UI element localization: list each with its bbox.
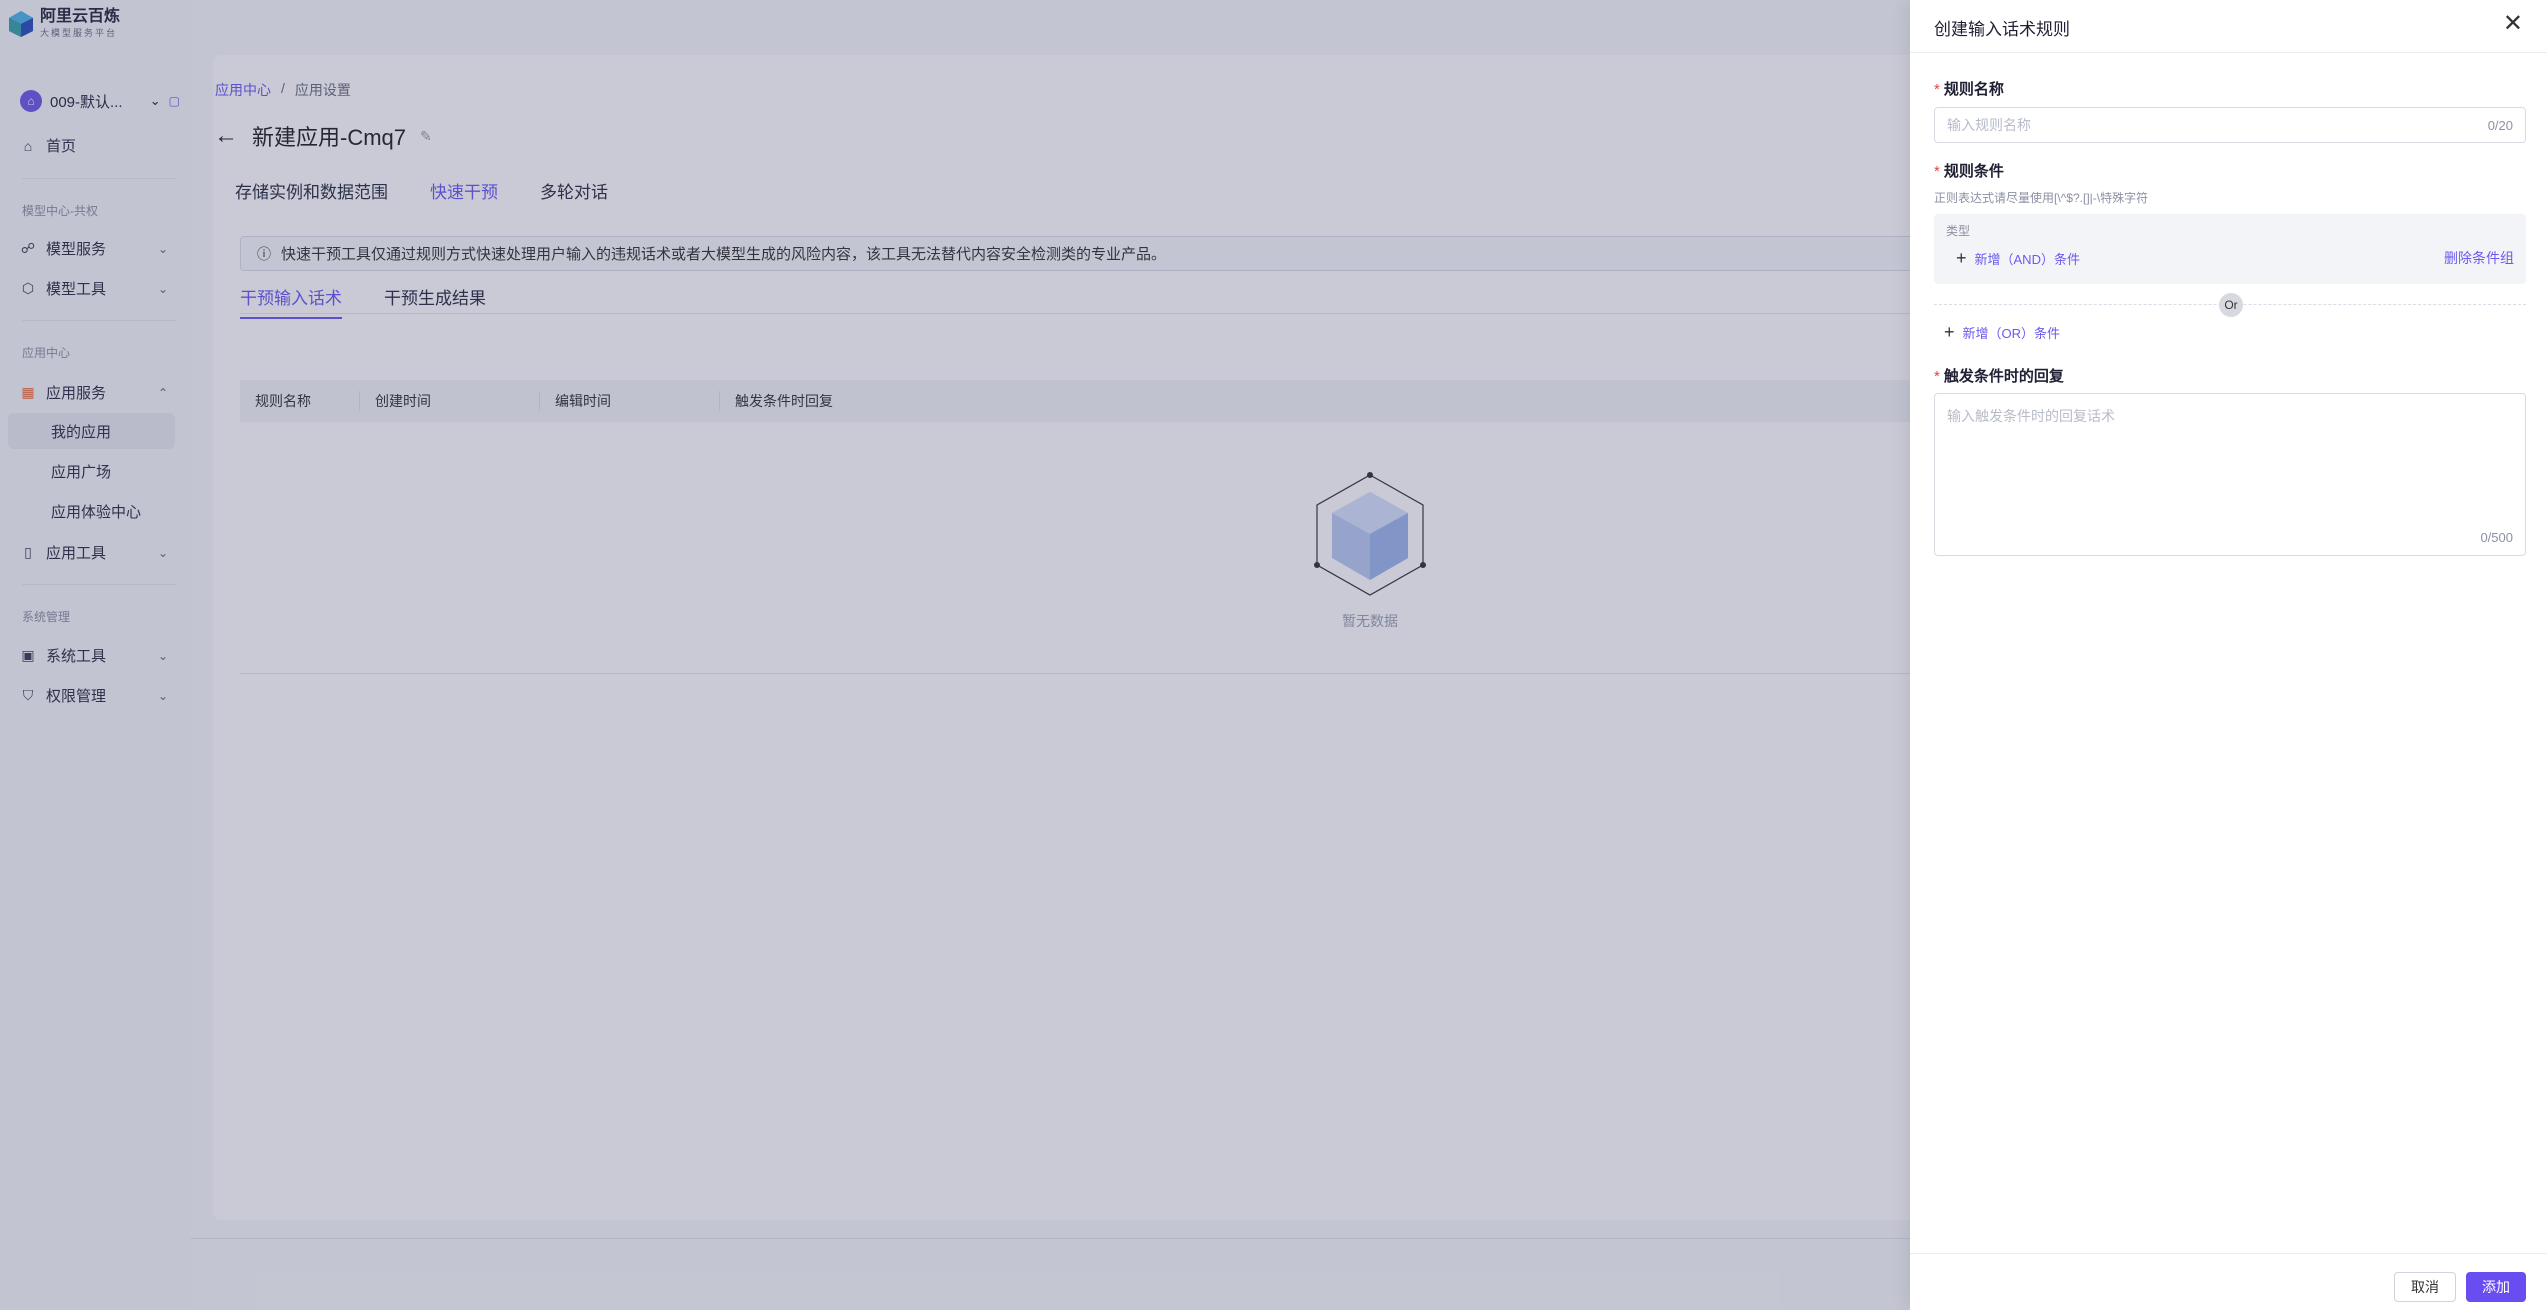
drawer-title: 创建输入话术规则 xyxy=(1934,20,2070,39)
condition-group: 类型 + 新增（AND）条件 删除条件组 xyxy=(1934,214,2526,284)
label-text: 规则条件 xyxy=(1943,163,2004,180)
plus-icon: + xyxy=(1944,322,1955,342)
label-text: 触发条件时的回复 xyxy=(1943,368,2064,385)
rule-name-field[interactable]: 0/20 xyxy=(1934,107,2526,143)
add-or-label: 新增（OR）条件 xyxy=(1962,326,2061,341)
char-counter: 0/500 xyxy=(2480,530,2513,545)
type-label: 类型 xyxy=(1946,224,1971,238)
close-icon[interactable]: ✕ xyxy=(2503,12,2523,36)
add-and-condition-button[interactable]: + 新增（AND）条件 xyxy=(1956,248,2080,269)
required-mark: * xyxy=(1934,163,1940,180)
required-mark: * xyxy=(1934,81,1940,98)
required-mark: * xyxy=(1934,368,1940,385)
rule-name-label: * 规则名称 xyxy=(1934,78,2004,99)
char-counter: 0/20 xyxy=(2487,118,2513,133)
label-text: 规则名称 xyxy=(1943,81,2004,98)
add-or-condition-button[interactable]: + 新增（OR）条件 xyxy=(1944,322,2060,343)
cancel-button[interactable]: 取消 xyxy=(2394,1272,2456,1302)
reply-textarea[interactable] xyxy=(1935,394,2525,555)
reply-field[interactable]: 0/500 xyxy=(1934,393,2526,556)
reply-label: * 触发条件时的回复 xyxy=(1934,365,2064,386)
drawer-header: 创建输入话术规则 ✕ xyxy=(1910,0,2547,53)
condition-hint: 正则表达式请尽量使用[\^$?.[]|-\特殊字符 xyxy=(1934,191,2149,205)
add-button[interactable]: 添加 xyxy=(2466,1272,2526,1302)
plus-icon: + xyxy=(1956,248,1967,268)
or-badge: Or xyxy=(2219,293,2243,317)
rule-name-input[interactable] xyxy=(1935,108,2525,142)
delete-group-button[interactable]: 删除条件组 xyxy=(2444,248,2514,268)
add-and-label: 新增（AND）条件 xyxy=(1974,252,2080,267)
create-rule-drawer: 创建输入话术规则 ✕ *规则名称 0/20 *规则条件 正则表达式请尽量使用[\… xyxy=(1910,0,2547,1310)
rule-condition-label: * 规则条件 xyxy=(1934,160,2004,181)
drawer-footer: 取消 添加 xyxy=(1910,1253,2547,1310)
